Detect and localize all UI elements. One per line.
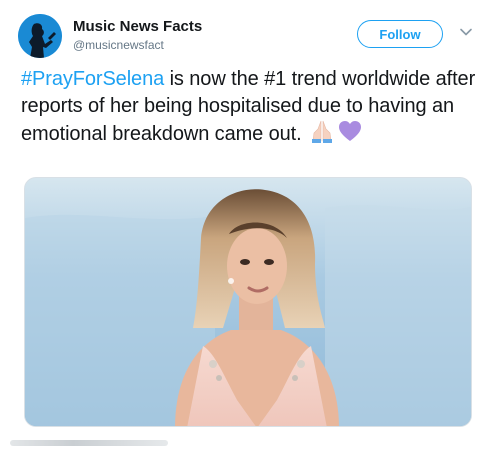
author-names: Music News Facts @musicnewsfact <box>73 18 202 53</box>
truncated-divider <box>10 440 168 446</box>
hashtag-link[interactable]: #PrayForSelena <box>21 68 164 90</box>
praying-hands-icon <box>312 120 333 143</box>
chevron-down-icon[interactable] <box>458 24 474 40</box>
tweet-header: Music News Facts @musicnewsfact Follow <box>18 14 478 58</box>
purple-heart-icon <box>339 121 362 141</box>
author-display-name[interactable]: Music News Facts <box>73 18 202 36</box>
author-avatar[interactable] <box>18 14 62 58</box>
follow-button[interactable]: Follow <box>357 20 443 48</box>
tweet-text: #PrayForSelena is now the #1 trend world… <box>21 66 476 148</box>
author-handle[interactable]: @musicnewsfact <box>73 37 202 53</box>
tweet-photo[interactable] <box>24 177 472 427</box>
portrait-photo <box>25 178 471 426</box>
silhouette-avatar-icon <box>18 14 62 58</box>
